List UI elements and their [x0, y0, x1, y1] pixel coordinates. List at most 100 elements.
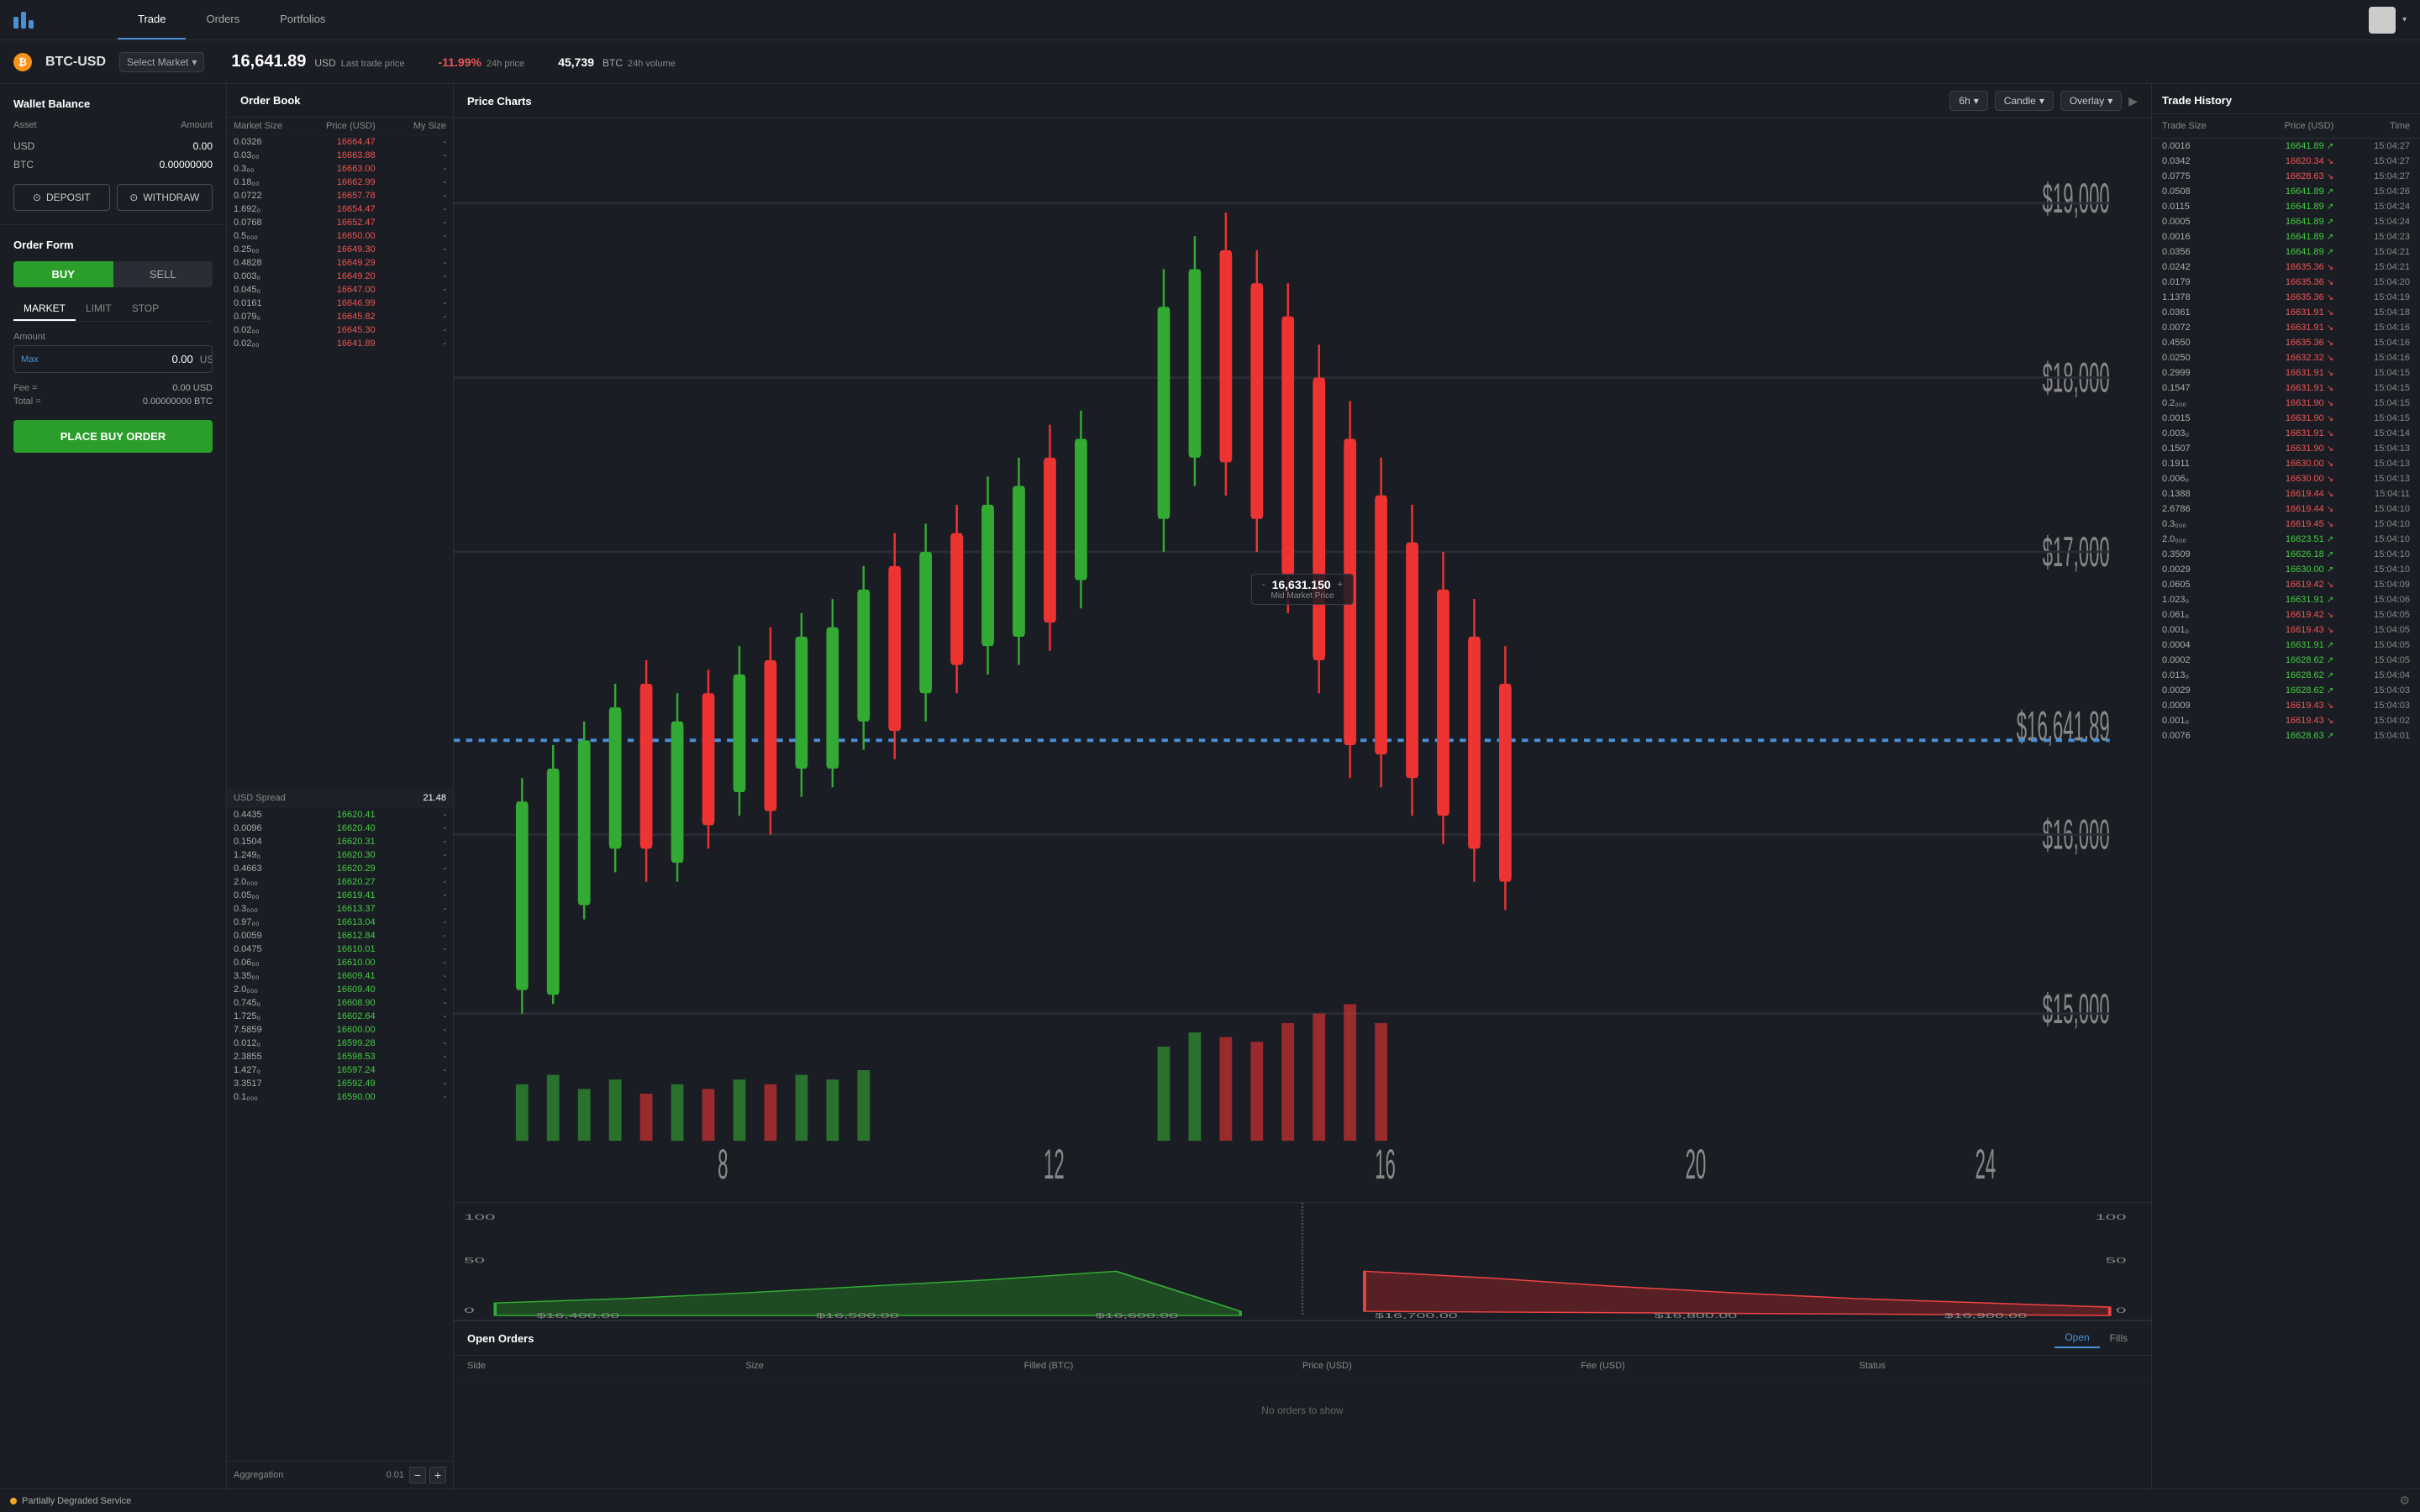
buy-order-row[interactable]: 0.0096 16620.40 - [227, 822, 453, 835]
buy-order-row[interactable]: 0.06₀₀ 16610.00 - [227, 956, 453, 969]
sell-order-row[interactable]: 0.5₀₀₀ 16650.00 - [227, 229, 453, 243]
sell-order-my-size: - [376, 258, 446, 268]
buy-order-row[interactable]: 0.4435 16620.41 - [227, 808, 453, 822]
user-menu-chevron[interactable]: ▾ [2402, 15, 2407, 24]
buy-order-row[interactable]: 0.0059 16612.84 - [227, 929, 453, 942]
open-orders-fills-tab[interactable]: Fills [2100, 1329, 2138, 1347]
trade-price: 16630.00 [2238, 564, 2333, 575]
svg-text:$16,700.00: $16,700.00 [1375, 1312, 1458, 1320]
overlay-selector[interactable]: Overlay ▾ [2060, 91, 2122, 111]
sell-order-row[interactable]: 0.03₀₀ 16663.88 - [227, 149, 453, 162]
sell-order-row[interactable]: 1.692₀ 16654.47 - [227, 202, 453, 216]
sell-order-my-size: - [376, 137, 446, 147]
total-row: Total = 0.00000000 BTC [13, 396, 213, 407]
up-arrow-icon [2327, 202, 2333, 212]
user-avatar[interactable] [2369, 7, 2396, 34]
buy-order-row[interactable]: 0.3₀₀₀ 16613.37 - [227, 902, 453, 916]
sell-order-row[interactable]: 0.4828 16649.29 - [227, 256, 453, 270]
center-columns: Order Book Market Size Price (USD) My Si… [227, 84, 2151, 1488]
deposit-button[interactable]: ⊙ DEPOSIT [13, 184, 110, 211]
sell-order-size: 0.045₀ [234, 285, 304, 295]
trade-price: 16631.90 [2238, 398, 2333, 408]
max-link[interactable]: Max [14, 354, 45, 365]
trade-price: 16635.36 [2238, 292, 2333, 302]
buy-order-row[interactable]: 1.249₀ 16620.30 - [227, 848, 453, 862]
sell-order-row[interactable]: 0.0768 16652.47 - [227, 216, 453, 229]
buy-order-size: 0.97₀₀ [234, 917, 304, 927]
sell-order-my-size: - [376, 285, 446, 295]
select-market-button[interactable]: Select Market ▾ [119, 52, 204, 72]
order-book-panel: Order Book Market Size Price (USD) My Si… [227, 84, 454, 1488]
nav-portfolios-tab[interactable]: Portfolios [260, 0, 345, 39]
trade-time: 15:04:06 [2333, 595, 2410, 605]
market-order-tab[interactable]: MARKET [13, 297, 76, 321]
stop-order-tab[interactable]: STOP [122, 297, 169, 321]
mid-market-label: Mid Market Price [1270, 591, 1334, 601]
sell-order-row[interactable]: 0.0326 16664.47 - [227, 135, 453, 149]
amount-input[interactable] [45, 346, 193, 372]
depth-minus-icon[interactable]: - [1262, 580, 1265, 590]
chart-type-selector[interactable]: Candle ▾ [1995, 91, 2054, 111]
buy-order-row[interactable]: 1.427₀ 16597.24 - [227, 1063, 453, 1077]
sell-order-row[interactable]: 0.0161 16646.99 - [227, 297, 453, 310]
sell-order-row[interactable]: 0.02₀₀ 16645.30 - [227, 323, 453, 337]
buy-order-row[interactable]: 0.745₀ 16608.90 - [227, 996, 453, 1010]
aggregation-decrease-button[interactable]: − [409, 1467, 426, 1483]
sell-order-row[interactable]: 0.25₀₀ 16649.30 - [227, 243, 453, 256]
down-arrow-icon [2327, 459, 2333, 469]
svg-text:$16,641.89: $16,641.89 [2017, 703, 2110, 750]
chart-expand-icon[interactable]: ▶ [2128, 94, 2138, 108]
sell-order-row[interactable]: 0.079₀ 16645.82 - [227, 310, 453, 323]
sell-order-row[interactable]: 0.0722 16657.78 - [227, 189, 453, 202]
status-dot [10, 1498, 17, 1504]
buy-order-my-size: - [376, 837, 446, 847]
buy-order-row[interactable]: 3.35₀₀ 16609.41 - [227, 969, 453, 983]
trade-history-row: 0.1507 16631.90 15:04:13 [2152, 441, 2420, 456]
withdraw-button[interactable]: ⊙ WITHDRAW [117, 184, 213, 211]
buy-order-row[interactable]: 0.1504 16620.31 - [227, 835, 453, 848]
buy-order-row[interactable]: 2.0₀₀₀ 16609.40 - [227, 983, 453, 996]
buy-order-row[interactable]: 1.725₀ 16602.64 - [227, 1010, 453, 1023]
sell-order-row[interactable]: 0.02₀₀ 16641.89 - [227, 337, 453, 350]
limit-order-tab[interactable]: LIMIT [76, 297, 122, 321]
settings-icon[interactable]: ⚙ [2399, 1494, 2410, 1508]
buy-order-row[interactable]: 0.97₀₀ 16613.04 - [227, 916, 453, 929]
aggregation-increase-button[interactable]: + [429, 1467, 446, 1483]
trade-time: 15:04:16 [2333, 338, 2410, 348]
buy-tab-button[interactable]: BUY [13, 261, 113, 287]
th-time-header: Time [2333, 121, 2410, 131]
sell-order-row[interactable]: 0.003₀ 16649.20 - [227, 270, 453, 283]
nav-trade-tab[interactable]: Trade [118, 0, 186, 39]
buy-order-row[interactable]: 2.3855 16598.53 - [227, 1050, 453, 1063]
trade-history-row: 0.0775 16628.63 15:04:27 [2152, 169, 2420, 184]
sell-order-row[interactable]: 0.18₀₀ 16662.99 - [227, 176, 453, 189]
trade-size: 2.6786 [2162, 504, 2238, 514]
depth-plus-icon[interactable]: + [1338, 580, 1343, 590]
sell-order-size: 0.18₀₀ [234, 177, 304, 187]
buy-order-row[interactable]: 3.3517 16592.49 - [227, 1077, 453, 1090]
place-order-button[interactable]: PLACE BUY ORDER [13, 420, 213, 453]
svg-text:100: 100 [464, 1213, 495, 1221]
sell-order-row[interactable]: 0.045₀ 16647.00 - [227, 283, 453, 297]
buy-order-row[interactable]: 0.012₀ 16599.28 - [227, 1037, 453, 1050]
ticker-change-label: 24h price [487, 59, 524, 69]
sell-tab-button[interactable]: SELL [113, 261, 213, 287]
open-orders-open-tab[interactable]: Open [2054, 1328, 2099, 1348]
nav-orders-tab[interactable]: Orders [186, 0, 260, 39]
up-arrow-icon [2327, 141, 2333, 151]
trade-price: 16631.91 [2238, 323, 2333, 333]
buy-order-row[interactable]: 0.0475 16610.01 - [227, 942, 453, 956]
timeframe-selector[interactable]: 6h ▾ [1949, 91, 1987, 111]
timeframe-chevron: ▾ [1974, 95, 1979, 107]
sell-order-row[interactable]: 0.3₀₀ 16663.00 - [227, 162, 453, 176]
trade-time: 15:04:10 [2333, 534, 2410, 544]
buy-order-row[interactable]: 7.5859 16600.00 - [227, 1023, 453, 1037]
buy-order-row[interactable]: 0.4663 16620.29 - [227, 862, 453, 875]
ob-my-size-header: My Size [376, 121, 446, 131]
sell-order-price: 16645.82 [304, 312, 375, 322]
buy-order-row[interactable]: 0.05₀₀ 16619.41 - [227, 889, 453, 902]
buy-order-row[interactable]: 2.0₀₀₀ 16620.27 - [227, 875, 453, 889]
sell-order-my-size: - [376, 231, 446, 241]
buy-order-row[interactable]: 0.1₀₀₀ 16590.00 - [227, 1090, 453, 1104]
trade-time: 15:04:03 [2333, 701, 2410, 711]
